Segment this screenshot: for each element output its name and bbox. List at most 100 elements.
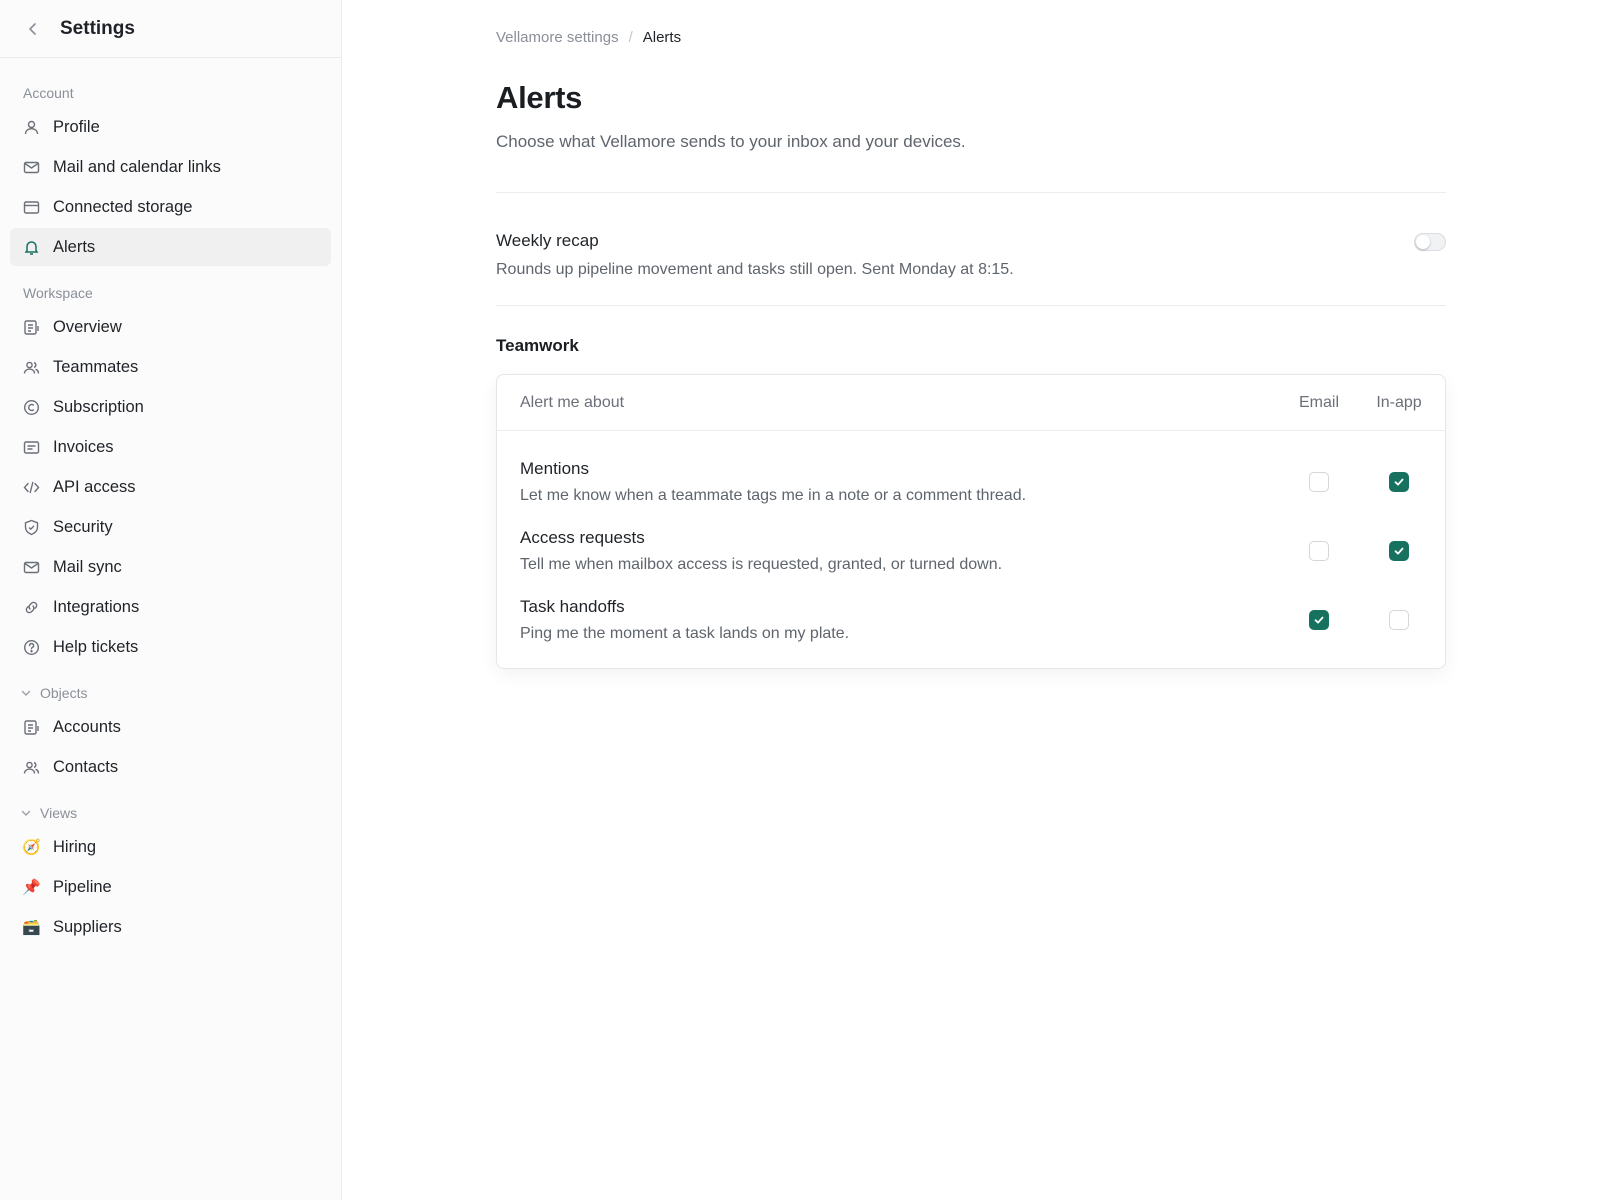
sidebar-item-label: Hiring <box>53 837 97 856</box>
sidebar-item-label: Mail sync <box>53 557 122 576</box>
sidebar-item-hiring[interactable]: 🧭 Hiring <box>10 828 331 866</box>
section-toggle-objects[interactable]: Objects <box>10 676 331 706</box>
sidebar-item-label: Pipeline <box>53 877 112 896</box>
sidebar-item-security[interactable]: Security <box>10 508 331 546</box>
storage-icon <box>23 199 40 216</box>
sidebar-item-teammates[interactable]: Teammates <box>10 348 331 386</box>
row-title: Mentions <box>520 458 589 478</box>
task-handoffs-inapp-checkbox[interactable] <box>1389 609 1409 630</box>
task-handoffs-email-checkbox[interactable] <box>1309 609 1329 630</box>
column-header-email: Email <box>1298 393 1339 411</box>
sidebar-item-label: Security <box>53 517 113 536</box>
table-row: Task handoffs Ping me the moment a task … <box>497 585 1445 654</box>
sidebar-item-pipeline[interactable]: 📌 Pipeline <box>10 868 331 906</box>
breadcrumb: Vellamore settings / Alerts <box>496 29 1446 46</box>
sidebar-item-overview[interactable]: Overview <box>10 308 331 346</box>
copyright-icon <box>23 399 40 416</box>
row-description: Ping me the moment a task lands on my pl… <box>520 624 850 642</box>
check-icon <box>1394 547 1404 554</box>
check-icon <box>1314 616 1324 623</box>
sidebar-item-label: Contacts <box>53 757 119 776</box>
users-icon <box>23 759 40 776</box>
compass-icon: 🧭 <box>22 838 41 856</box>
sidebar-title: Settings <box>60 17 135 39</box>
chevron-down-icon <box>20 686 34 700</box>
sidebar-item-profile[interactable]: Profile <box>10 108 331 146</box>
card-box-icon: 🗃️ <box>22 918 41 936</box>
help-icon <box>23 639 40 656</box>
sidebar-item-accounts[interactable]: Accounts <box>10 708 331 746</box>
sidebar-item-invoices[interactable]: Invoices <box>10 428 331 466</box>
weekly-recap-toggle[interactable] <box>1414 233 1446 251</box>
mail-icon <box>23 559 40 576</box>
breadcrumb-separator: / <box>628 29 633 46</box>
sidebar-item-mail-sync[interactable]: Mail sync <box>10 548 331 586</box>
sidebar-item-label: Accounts <box>53 717 121 736</box>
sidebar-item-label: Connected storage <box>53 197 193 216</box>
access-requests-email-checkbox[interactable] <box>1309 540 1329 561</box>
sidebar-item-subscription[interactable]: Subscription <box>10 388 331 426</box>
users-icon <box>23 359 40 376</box>
toggle-knob <box>1416 235 1430 249</box>
sidebar-item-mail-calendar-links[interactable]: Mail and calendar links <box>10 148 331 186</box>
user-icon <box>23 119 40 136</box>
page-title: Alerts <box>496 80 583 115</box>
sidebar-item-label: API access <box>53 477 136 496</box>
column-header-about: Alert me about <box>520 393 625 411</box>
sidebar-item-label: Alerts <box>53 237 96 256</box>
table-row: Access requests Tell me when mailbox acc… <box>497 516 1445 585</box>
settings-nav: Account Profile Mail and calendar links … <box>0 58 341 946</box>
back-button[interactable] <box>22 18 44 40</box>
shield-icon <box>23 519 40 536</box>
invoice-icon <box>23 439 40 456</box>
sidebar-item-integrations[interactable]: Integrations <box>10 588 331 626</box>
weekly-recap-title: Weekly recap <box>496 231 599 250</box>
sidebar-item-label: Overview <box>53 317 122 336</box>
main-content: Vellamore settings / Alerts Alerts Choos… <box>342 0 1600 1200</box>
sidebar-item-label: Profile <box>53 117 100 136</box>
breadcrumb-current: Alerts <box>642 29 682 46</box>
teamwork-alerts-table: Alert me about Email In-app Mentions Let… <box>496 374 1446 669</box>
section-label-account: Account <box>23 85 74 101</box>
sidebar-item-label: Mail and calendar links <box>53 157 221 176</box>
sidebar-item-suppliers[interactable]: 🗃️ Suppliers <box>10 908 331 946</box>
sidebar-item-api-access[interactable]: API access <box>10 468 331 506</box>
access-requests-inapp-checkbox[interactable] <box>1389 540 1409 561</box>
alerts-page: Vellamore settings / Alerts Alerts Choos… <box>496 29 1446 669</box>
row-description: Tell me when mailbox access is requested… <box>520 555 1003 573</box>
sidebar-header: Settings <box>0 0 341 58</box>
table-body: Mentions Let me know when a teammate tag… <box>497 431 1445 668</box>
row-description: Let me know when a teammate tags me in a… <box>520 486 1027 504</box>
section-label-views: Views <box>40 805 78 821</box>
document-icon <box>23 719 40 736</box>
mail-icon <box>23 159 40 176</box>
sidebar-item-alerts[interactable]: Alerts <box>10 228 331 266</box>
chevron-down-icon <box>20 806 34 820</box>
section-label-workspace: Workspace <box>23 285 93 301</box>
sidebar-item-label: Suppliers <box>53 917 122 936</box>
sidebar-item-label: Subscription <box>53 397 144 416</box>
sidebar-item-contacts[interactable]: Contacts <box>10 748 331 786</box>
pushpin-icon: 📌 <box>22 878 41 896</box>
mentions-email-checkbox[interactable] <box>1309 471 1329 492</box>
bell-icon <box>23 239 40 256</box>
breadcrumb-parent[interactable]: Vellamore settings <box>496 29 619 46</box>
code-icon <box>23 479 40 496</box>
row-title: Task handoffs <box>520 596 625 616</box>
sidebar-item-help-tickets[interactable]: Help tickets <box>10 628 331 666</box>
table-row: Mentions Let me know when a teammate tag… <box>497 447 1445 516</box>
sidebar-item-label: Integrations <box>53 597 140 616</box>
sidebar-item-connected-storage[interactable]: Connected storage <box>10 188 331 226</box>
section-toggle-views[interactable]: Views <box>10 796 331 826</box>
table-header: Alert me about Email In-app <box>497 375 1445 431</box>
document-icon <box>23 319 40 336</box>
link-icon <box>23 599 40 616</box>
settings-sidebar: Settings Account Profile Mail and calend… <box>0 0 342 1200</box>
section-label-objects: Objects <box>40 685 88 701</box>
page-subtitle: Choose what Vellamore sends to your inbo… <box>496 132 966 151</box>
check-icon <box>1394 478 1404 485</box>
teamwork-heading: Teamwork <box>496 336 579 355</box>
weekly-recap-description: Rounds up pipeline movement and tasks st… <box>496 261 1014 278</box>
sidebar-item-label: Help tickets <box>53 637 139 656</box>
mentions-inapp-checkbox[interactable] <box>1389 471 1409 492</box>
